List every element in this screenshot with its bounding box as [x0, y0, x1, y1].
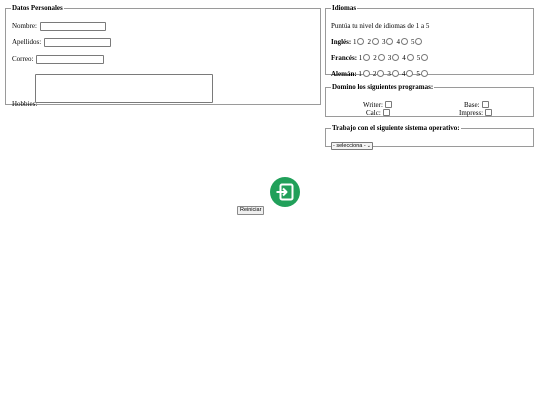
level-number: 5	[410, 38, 415, 46]
programas-legend: Domino los siguientes programas:	[332, 83, 434, 91]
sistema-select[interactable]: - selecciona -⌄	[331, 142, 373, 150]
frances-level-radio[interactable]	[406, 54, 414, 61]
level-number: 5	[416, 54, 421, 62]
aleman-level-radio[interactable]	[420, 70, 428, 77]
base-option: Base:	[464, 101, 489, 109]
nombre-input[interactable]	[39, 22, 106, 31]
reset-button[interactable]: Reiniciar	[237, 206, 265, 215]
idiomas-legend: Idiomas	[332, 4, 357, 12]
sistema-select-value: - selecciona -	[333, 143, 366, 149]
nombre-row: Nombre:	[12, 22, 106, 31]
ingles-rating-row: Inglés: 1 2 3 4 5	[331, 38, 425, 46]
level-number: 4	[402, 54, 406, 62]
apellidos-input[interactable]	[43, 38, 111, 47]
writer-checkbox[interactable]	[384, 101, 392, 108]
nombre-label: Nombre:	[12, 22, 37, 31]
idiomas-intro: Puntúa tu nivel de idiomas de 1 a 5	[331, 22, 430, 30]
frances-rating-row: Francés: 1 2 3 4 5	[331, 54, 431, 62]
writer-option: Writer:	[363, 101, 392, 109]
level-number: 3	[387, 54, 392, 62]
calc-label: Calc:	[366, 109, 381, 117]
frances-label: Francés:	[331, 54, 358, 62]
frances-level-radio[interactable]	[363, 54, 371, 61]
calc-option: Calc:	[366, 109, 390, 117]
apellidos-label: Apellidos:	[12, 38, 42, 47]
impress-option: Impress:	[459, 109, 493, 117]
aleman-rating-row: Alemán: 1 2 3 4 5	[331, 70, 431, 78]
sistema-legend: Trabajo con el siguiente sistema operati…	[332, 124, 460, 132]
ingles-level-radio[interactable]	[357, 38, 365, 45]
level-number: 2	[373, 54, 377, 62]
level-number: 5	[416, 70, 420, 78]
aleman-level-radio[interactable]	[391, 70, 399, 77]
base-label: Base:	[464, 101, 480, 109]
frances-level-radio[interactable]	[421, 54, 429, 61]
aleman-level-radio[interactable]	[362, 70, 370, 77]
level-number: 1	[352, 38, 357, 46]
frances-level-radio[interactable]	[377, 54, 385, 61]
form-page: Datos Personales Nombre: Apellidos: Corr…	[0, 0, 540, 405]
correo-row: Correo:	[12, 55, 105, 64]
login-enter-icon	[276, 183, 294, 201]
hobbies-label: Hobbies:	[12, 100, 38, 108]
ingles-level-radio[interactable]	[400, 38, 408, 45]
ingles-level-radio[interactable]	[371, 38, 379, 45]
hobbies-row: Hobbies:	[12, 100, 37, 108]
hobbies-textarea[interactable]	[35, 74, 213, 103]
ingles-level-radio[interactable]	[415, 38, 423, 45]
level-number: 2	[372, 70, 377, 78]
level-number: 4	[396, 38, 400, 46]
level-number: 1	[358, 54, 363, 62]
level-number: 1	[358, 70, 362, 78]
idiomas-fieldset: Idiomas Puntúa tu nivel de idiomas de 1 …	[325, 4, 534, 78]
sistema-fieldset: Trabajo con el siguiente sistema operati…	[325, 124, 534, 150]
programas-fieldset: Domino los siguientes programas: Writer:…	[325, 83, 534, 117]
personal-data-legend: Datos Personales	[12, 4, 63, 12]
level-number: 4	[401, 70, 406, 78]
level-number: 3	[387, 70, 391, 78]
ingles-label: Inglés:	[331, 38, 352, 46]
level-number: 3	[381, 38, 386, 46]
correo-input[interactable]	[36, 55, 105, 64]
writer-label: Writer:	[363, 101, 383, 109]
personal-data-fieldset: Datos Personales Nombre: Apellidos: Corr…	[5, 4, 321, 108]
apellidos-row: Apellidos:	[12, 38, 111, 47]
aleman-level-radio[interactable]	[406, 70, 414, 77]
chevron-down-icon: ⌄	[366, 143, 371, 149]
level-number: 2	[367, 38, 371, 46]
impress-checkbox[interactable]	[485, 109, 493, 116]
ingles-level-radio[interactable]	[386, 38, 394, 45]
aleman-label: Alemán:	[331, 70, 357, 78]
base-checkbox[interactable]	[481, 101, 489, 108]
impress-label: Impress:	[459, 109, 484, 117]
aleman-level-radio[interactable]	[377, 70, 385, 77]
calc-checkbox[interactable]	[382, 109, 390, 116]
frances-level-radio[interactable]	[392, 54, 400, 61]
submit-button[interactable]	[270, 177, 300, 207]
correo-label: Correo:	[12, 55, 34, 64]
